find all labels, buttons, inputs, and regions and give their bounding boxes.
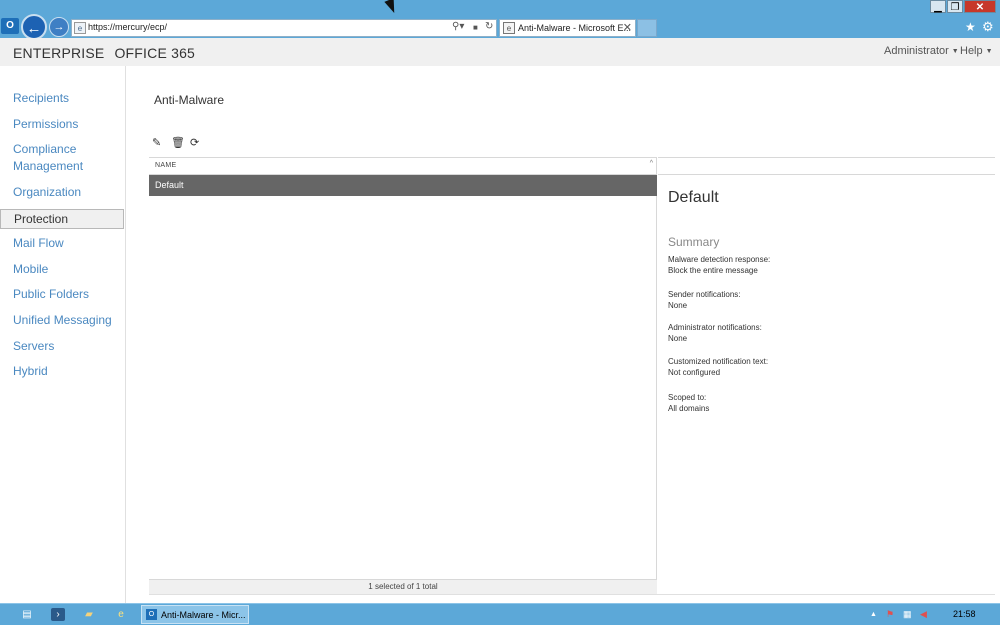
nav-item-hybrid[interactable]: Hybrid xyxy=(0,363,124,380)
field-value: Block the entire message xyxy=(668,266,758,275)
chevron-down-icon: ▼ xyxy=(951,48,959,55)
sort-ascending-icon[interactable]: ^ xyxy=(650,160,653,167)
close-window-button[interactable]: ✕ xyxy=(964,0,996,13)
network-icon[interactable]: ▦ xyxy=(903,609,912,620)
brand-links: ENTERPRISE OFFICE 365 xyxy=(13,45,205,61)
detail-field-sender-notifications: Sender notifications: None xyxy=(668,289,741,311)
details-pane: Default Summary Malware detection respon… xyxy=(658,157,995,594)
user-menu[interactable]: Administrator ▼ xyxy=(884,45,959,57)
tab-page-icon: e xyxy=(503,22,515,34)
nav-item-permissions[interactable]: Permissions xyxy=(0,116,124,133)
tab-close-icon[interactable]: ✕ xyxy=(623,21,632,34)
selection-status: 1 selected of 1 total xyxy=(368,582,438,591)
nav-item-organization[interactable]: Organization xyxy=(0,184,124,201)
outlook-app-icon: O xyxy=(1,18,19,34)
ecp-header: ENTERPRISE OFFICE 365 Administrator ▼ Help… xyxy=(0,38,1000,66)
taskbar-item-label: Anti-Malware - Micr... xyxy=(161,610,246,620)
field-label: Scoped to: xyxy=(668,393,707,402)
edit-pencil-icon[interactable]: ✎ xyxy=(152,136,161,149)
page-title: Anti-Malware xyxy=(154,93,225,107)
nav-item-unified-messaging[interactable]: Unified Messaging xyxy=(0,312,124,329)
taskbar: ▤ › ▰ e O Anti-Malware - Micr... ▲ ⚑ ▦ ◀… xyxy=(0,603,1000,625)
outlook-app-icon: O xyxy=(146,609,157,620)
field-label: Sender notifications: xyxy=(668,290,741,299)
details-header-bar xyxy=(658,157,995,175)
nav-item-mail-flow[interactable]: Mail Flow xyxy=(0,235,124,252)
list-footer: 1 selected of 1 total xyxy=(149,579,657,594)
volume-icon[interactable]: ◀ xyxy=(920,609,927,620)
refresh-icon[interactable]: ⟳ xyxy=(190,136,199,149)
detail-field-notification-text: Customized notification text: Not config… xyxy=(668,356,768,378)
file-explorer-icon[interactable]: ▰ xyxy=(82,608,96,621)
detail-field-scoped-to: Scoped to: All domains xyxy=(668,392,709,414)
tab-title: Anti-Malware - Microsoft E... xyxy=(518,23,632,33)
detail-field-admin-notifications: Administrator notifications: None xyxy=(668,322,762,344)
enterprise-link[interactable]: ENTERPRISE xyxy=(13,45,104,61)
row-name: Default xyxy=(155,180,184,190)
nav-item-recipients[interactable]: Recipients xyxy=(0,90,124,107)
table-row[interactable]: Default xyxy=(149,175,657,196)
detail-field-detection-response: Malware detection response: Block the en… xyxy=(668,254,770,276)
field-value: None xyxy=(668,334,688,343)
tools-gear-icon[interactable]: ⚙ xyxy=(982,19,994,35)
field-value: Not configured xyxy=(668,368,721,377)
minimize-window-button[interactable]: ▁ xyxy=(930,0,946,13)
list-header: NAME ^ xyxy=(149,157,657,175)
field-value: None xyxy=(668,301,688,310)
content-divider xyxy=(149,594,995,595)
show-hidden-icons-icon[interactable]: ▲ xyxy=(870,611,877,618)
restore-window-button[interactable]: ❐ xyxy=(947,0,963,13)
delete-trash-icon[interactable]: 🗑 xyxy=(171,136,185,149)
left-navigation: Recipients Permissions Compliance Manage… xyxy=(0,66,126,603)
new-tab-button[interactable] xyxy=(637,19,657,37)
forward-button[interactable]: → xyxy=(49,17,69,37)
user-name: Administrator xyxy=(884,45,949,57)
back-button[interactable]: ← xyxy=(21,14,47,40)
nav-item-compliance[interactable]: Compliance xyxy=(0,141,124,158)
nav-item-mobile[interactable]: Mobile xyxy=(0,261,124,278)
favorites-star-icon[interactable]: ★ xyxy=(965,20,976,34)
help-menu[interactable]: Help ▼ xyxy=(960,45,993,57)
internet-explorer-icon[interactable]: e xyxy=(114,608,128,621)
browser-chrome: ▁ ❐ ✕ O ← → e https://mercury/ecp/ ⚲▾ ■ … xyxy=(0,0,1000,40)
powershell-icon[interactable]: › xyxy=(51,608,65,621)
summary-heading: Summary xyxy=(668,235,720,249)
lock-icon: ■ xyxy=(473,23,478,32)
details-title: Default xyxy=(668,189,719,206)
field-label: Customized notification text: xyxy=(668,357,769,366)
search-dropdown-icon[interactable]: ⚲▾ xyxy=(452,21,464,32)
clock[interactable]: 21:58 xyxy=(953,609,976,619)
taskbar-item-browser[interactable]: O Anti-Malware - Micr... xyxy=(141,605,249,624)
help-label: Help xyxy=(960,45,983,57)
nav-item-public-folders[interactable]: Public Folders xyxy=(0,286,124,303)
column-header-name[interactable]: NAME xyxy=(155,162,176,169)
action-center-flag-icon[interactable]: ⚑ xyxy=(886,609,894,620)
nav-item-servers[interactable]: Servers xyxy=(0,338,124,355)
server-manager-icon[interactable]: ▤ xyxy=(20,608,34,621)
refresh-page-icon[interactable]: ↻ xyxy=(485,21,493,32)
field-label: Malware detection response: xyxy=(668,255,771,264)
policy-list: NAME ^ Default 1 selected of 1 total xyxy=(149,157,657,594)
nav-item-compliance-management[interactable]: Management xyxy=(0,158,124,175)
field-label: Administrator notifications: xyxy=(668,323,762,332)
field-value: All domains xyxy=(668,404,710,413)
address-url[interactable]: https://mercury/ecp/ xyxy=(88,22,167,32)
address-bar[interactable]: e https://mercury/ecp/ ⚲▾ ■ ↻ xyxy=(71,19,497,37)
office365-link[interactable]: OFFICE 365 xyxy=(114,45,195,61)
browser-tab-active[interactable]: e Anti-Malware - Microsoft E... ✕ xyxy=(499,19,636,37)
chevron-down-icon: ▼ xyxy=(985,48,993,55)
page-icon: e xyxy=(74,22,86,34)
nav-item-protection[interactable]: Protection xyxy=(0,209,124,229)
